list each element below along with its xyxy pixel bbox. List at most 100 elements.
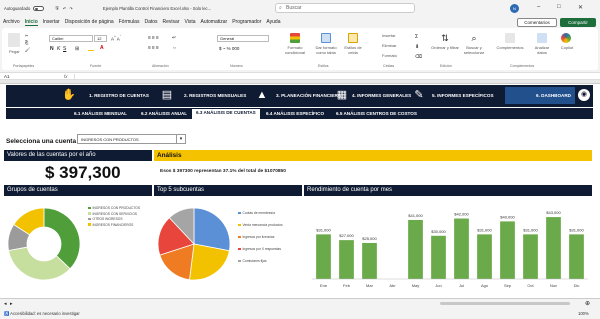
legend-label: INGRESOS CON SERVICIOS xyxy=(92,211,137,216)
formula-input[interactable] xyxy=(74,73,594,80)
share-button[interactable]: Compartir xyxy=(560,18,596,27)
sort-filter-icon[interactable]: ⇅ xyxy=(440,33,450,43)
menu-disposici-n-de-p-gina[interactable]: Disposición de página xyxy=(65,19,114,25)
cut-icon[interactable]: ✂ xyxy=(25,33,28,38)
accessibility-status[interactable]: Accesibilidad: es necesario investigar xyxy=(10,311,80,316)
bold-button[interactable]: N xyxy=(50,46,54,52)
fx-icon[interactable]: fx xyxy=(64,74,68,79)
underline-button[interactable]: S xyxy=(63,46,66,52)
copy-icon[interactable]: ⎘ xyxy=(25,40,28,45)
tab-informes-especificos[interactable]: 5. INFORMES ESPECÍFICOS xyxy=(432,93,494,98)
fill-icon[interactable]: ⬇ xyxy=(415,44,419,50)
number-format-select[interactable]: General xyxy=(217,35,269,42)
format-cells-button[interactable]: Formato xyxy=(382,53,397,58)
menu-programador[interactable]: Programador xyxy=(232,19,261,25)
pie-chart xyxy=(157,207,231,281)
menu-revisar[interactable]: Revisar xyxy=(163,19,180,25)
account-select[interactable]: INGRESOS CON PRODUCTOS ▾ xyxy=(77,134,186,144)
legend-label: INGRESOS CON PRODUCTOS xyxy=(92,206,141,210)
close-icon[interactable]: ✕ xyxy=(578,4,583,11)
font-grow-icon[interactable]: A^ Aˇ xyxy=(111,35,121,42)
comments-button[interactable]: Comentarios xyxy=(517,18,557,27)
merge-icon[interactable]: ⇔ xyxy=(172,45,177,51)
insert-cells-button[interactable]: Insertar xyxy=(382,33,396,38)
legend-label: INGRESOS FINANCIEROS xyxy=(92,222,134,227)
tab-registros-mensuales[interactable]: 2. REGISTROS MENSUALES xyxy=(184,93,246,98)
tab-informes-generales[interactable]: 4. INFORMES GENERALES xyxy=(352,93,411,98)
bar-ago xyxy=(477,234,492,279)
subtab-centros-costos[interactable]: 6.5 ANÁLISIS CENTROS DE COSTOS xyxy=(336,111,417,116)
ribbon-group-label: Portapapeles xyxy=(13,64,35,68)
menu-insertar[interactable]: Insertar xyxy=(43,19,60,25)
subtab-mensual[interactable]: 6.1 ANÁLISIS MENSUAL xyxy=(74,111,127,116)
bar-value-label: $31,000 xyxy=(523,227,538,232)
next-sheet-icon[interactable]: ▸ xyxy=(10,301,13,307)
table-format-icon[interactable] xyxy=(321,33,331,43)
search-input[interactable]: ⌕ Buscar xyxy=(275,3,415,13)
font-color-icon[interactable]: A xyxy=(100,45,104,51)
menu-datos[interactable]: Datos xyxy=(144,19,157,25)
borders-icon[interactable]: ⊞ xyxy=(75,46,79,52)
table-format-button[interactable]: Dar formato como tabla xyxy=(311,45,341,55)
tab-planeacion[interactable]: 3. PLANEACIÓN FINANCIERA xyxy=(276,93,341,98)
legend-label: Ingresos por licencias xyxy=(242,235,275,239)
zoom-level[interactable]: 100% xyxy=(578,308,589,319)
font-size-select[interactable]: 12 xyxy=(94,35,107,42)
format-painter-icon[interactable]: 🖌 xyxy=(25,47,30,52)
subtab-anual[interactable]: 6.2 ANÁLISIS ANUAL xyxy=(141,111,187,116)
tab-dashboard[interactable]: 6. DASHBOARD xyxy=(505,87,575,104)
minimize-icon[interactable]: – xyxy=(537,4,540,10)
conditional-format-icon[interactable] xyxy=(290,33,300,43)
align-center-icons[interactable]: ≡≡≡ xyxy=(148,45,160,51)
prev-sheet-icon[interactable]: ◂ xyxy=(4,301,7,307)
bar-value-label: $31,000 xyxy=(316,227,331,232)
redo-icon[interactable]: ↷ xyxy=(69,6,73,11)
addins-button[interactable]: Complementos xyxy=(495,45,525,50)
sort-filter-button[interactable]: Ordenar y filtrar xyxy=(431,45,459,50)
paste-button[interactable]: Pegar xyxy=(9,49,20,54)
maximize-icon[interactable]: □ xyxy=(557,4,561,10)
add-sheet-icon[interactable]: ⊕ xyxy=(585,300,590,307)
find-icon[interactable]: ⌕ xyxy=(469,33,479,43)
find-select-button[interactable]: Buscar y seleccionar xyxy=(458,45,490,55)
menu-automatizar[interactable]: Automatizar xyxy=(201,19,228,25)
menu-inicio[interactable]: Inicio xyxy=(24,19,38,26)
analyze-data-button[interactable]: Analizar datos xyxy=(530,45,554,55)
analyze-data-icon[interactable] xyxy=(537,33,547,43)
undo-icon[interactable]: ↶ xyxy=(63,6,67,11)
clear-icon[interactable]: ⌫ xyxy=(415,54,422,60)
menu-vista[interactable]: Vista xyxy=(184,19,195,25)
horizontal-scrollbar[interactable] xyxy=(440,302,570,305)
cell-styles-button[interactable]: Estilos de celda xyxy=(341,45,365,55)
monthly-chart: $31,000 Ene $27,000 Feb $25,000 Mar Abr $41,000… xyxy=(304,197,592,293)
copilot-icon[interactable] xyxy=(561,33,571,43)
bar-sep xyxy=(500,221,515,279)
menu-ayuda[interactable]: Ayuda xyxy=(266,19,280,25)
addins-icon[interactable] xyxy=(505,33,515,43)
font-name-select[interactable]: Calibri xyxy=(49,35,93,42)
bar-value-label: $43,000 xyxy=(546,210,561,215)
paste-icon[interactable] xyxy=(8,33,20,47)
align-top-icons[interactable]: ≡≡≡ xyxy=(148,35,160,41)
fill-color-icon[interactable] xyxy=(88,46,94,51)
pie-slice xyxy=(189,243,230,281)
copilot-button[interactable]: Copilot xyxy=(557,45,577,50)
menu-f-rmulas[interactable]: Fórmulas xyxy=(119,19,140,25)
avatar[interactable]: N xyxy=(510,4,519,13)
delete-cells-button[interactable]: Eliminar xyxy=(382,43,396,48)
autosum-icon[interactable]: Σ xyxy=(415,34,418,40)
cell-styles-icon[interactable] xyxy=(348,33,358,43)
italic-button[interactable]: K xyxy=(57,46,60,52)
bar-value-label: $25,000 xyxy=(362,236,377,241)
currency-icon[interactable]: $ ~ % 000 xyxy=(219,46,239,51)
conditional-format-button[interactable]: Formato condicional xyxy=(281,45,309,55)
save-icon[interactable]: 🖫 xyxy=(55,5,59,12)
chevron-down-icon[interactable]: ▾ xyxy=(176,135,185,144)
autosave-toggle[interactable] xyxy=(33,6,45,11)
name-box[interactable]: A1 xyxy=(4,74,10,79)
tab-registro-cuentas[interactable]: 1. REGISTRO DE CUENTAS xyxy=(89,93,149,98)
subtab-cuentas[interactable]: 6.3 ANÁLISIS DE CUENTAS xyxy=(192,109,260,119)
menu-archivo[interactable]: Archivo xyxy=(3,19,20,25)
wrap-text-icon[interactable]: ↵ xyxy=(172,35,176,41)
subtab-especifico[interactable]: 6.4 ANÁLISIS ESPECÍFICO xyxy=(266,111,324,116)
